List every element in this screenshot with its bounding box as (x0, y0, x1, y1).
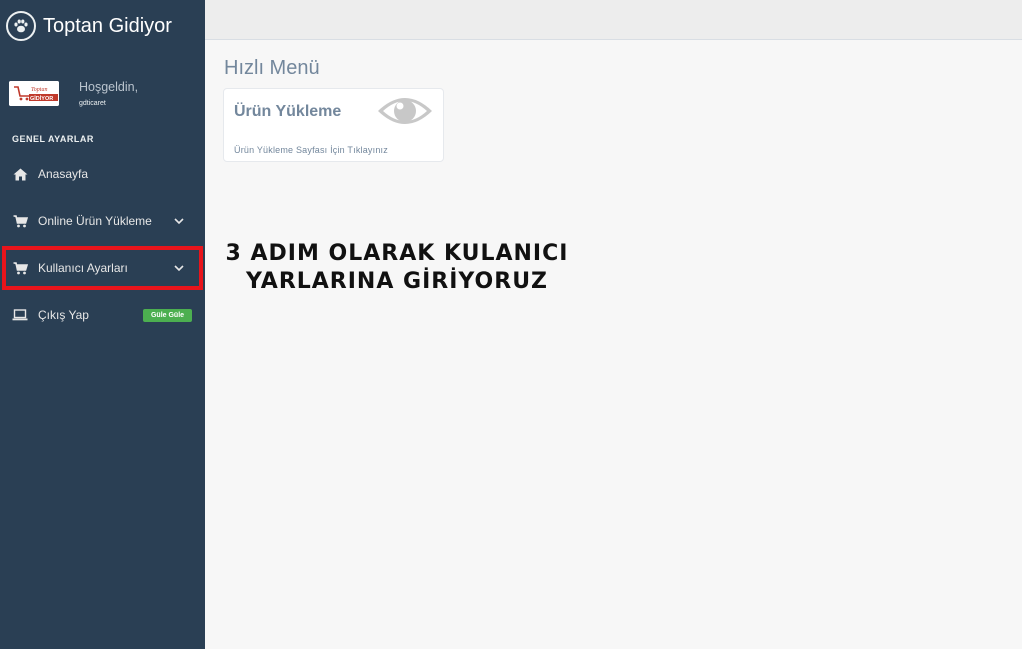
laptop-icon (12, 307, 28, 323)
profile-logo: Toptan GİDİYOR (9, 81, 59, 106)
logout-badge: Güle Güle (143, 309, 192, 322)
cart-icon (12, 213, 28, 229)
logo-text-bottom: GİDİYOR (30, 95, 53, 102)
tile-subtitle: Ürün Yükleme Sayfası İçin Tıklayınız (234, 145, 388, 155)
sidebar-item-kullanici-ayarlari[interactable]: Kullanıcı Ayarları (2, 246, 203, 290)
chevron-down-icon (172, 214, 186, 228)
user-profile: Toptan GİDİYOR Hoşgeldin, gdticaret (9, 78, 199, 118)
home-icon (12, 166, 28, 182)
top-navbar (205, 0, 1022, 40)
sidebar-item-label: Online Ürün Yükleme (38, 214, 152, 228)
section-title: GENEL AYARLAR (12, 134, 94, 144)
cart-icon (12, 260, 28, 276)
sidebar-item-label: Kullanıcı Ayarları (38, 261, 128, 275)
page-title: Hızlı Menü (224, 57, 320, 79)
brand[interactable]: Toptan Gidiyor (6, 9, 172, 43)
eye-icon (376, 91, 434, 136)
logo-text-top: Toptan (31, 87, 47, 93)
sidebar-item-label: Anasayfa (38, 167, 89, 181)
sidebar-item-online-urun-yukleme[interactable]: Online Ürün Yükleme (5, 202, 200, 240)
tile-title: Ürün Yükleme (234, 103, 342, 120)
paw-icon (6, 11, 36, 41)
annotation-line-1: 3 ADIM OLARAK KULANICI (225, 241, 569, 266)
chevron-down-icon (172, 261, 186, 275)
annotation-text: 3 ADIM OLARAK KULANICI YARLARINA GİRİYOR… (224, 240, 570, 296)
annotation-line-2: YARLARINA GİRİYORUZ (245, 269, 549, 294)
username: gdticaret (79, 100, 106, 107)
brand-title: Toptan Gidiyor (43, 14, 172, 37)
sidebar: Toptan Gidiyor Toptan GİDİYOR Hoşgeldin,… (0, 0, 205, 649)
welcome-text: Hoşgeldin, (79, 80, 139, 94)
quick-menu-tile-urun-yukleme[interactable]: Ürün Yükleme Ürün Yükleme Sayfası İçin T… (223, 88, 444, 162)
sidebar-item-anasayfa[interactable]: Anasayfa (5, 155, 200, 193)
